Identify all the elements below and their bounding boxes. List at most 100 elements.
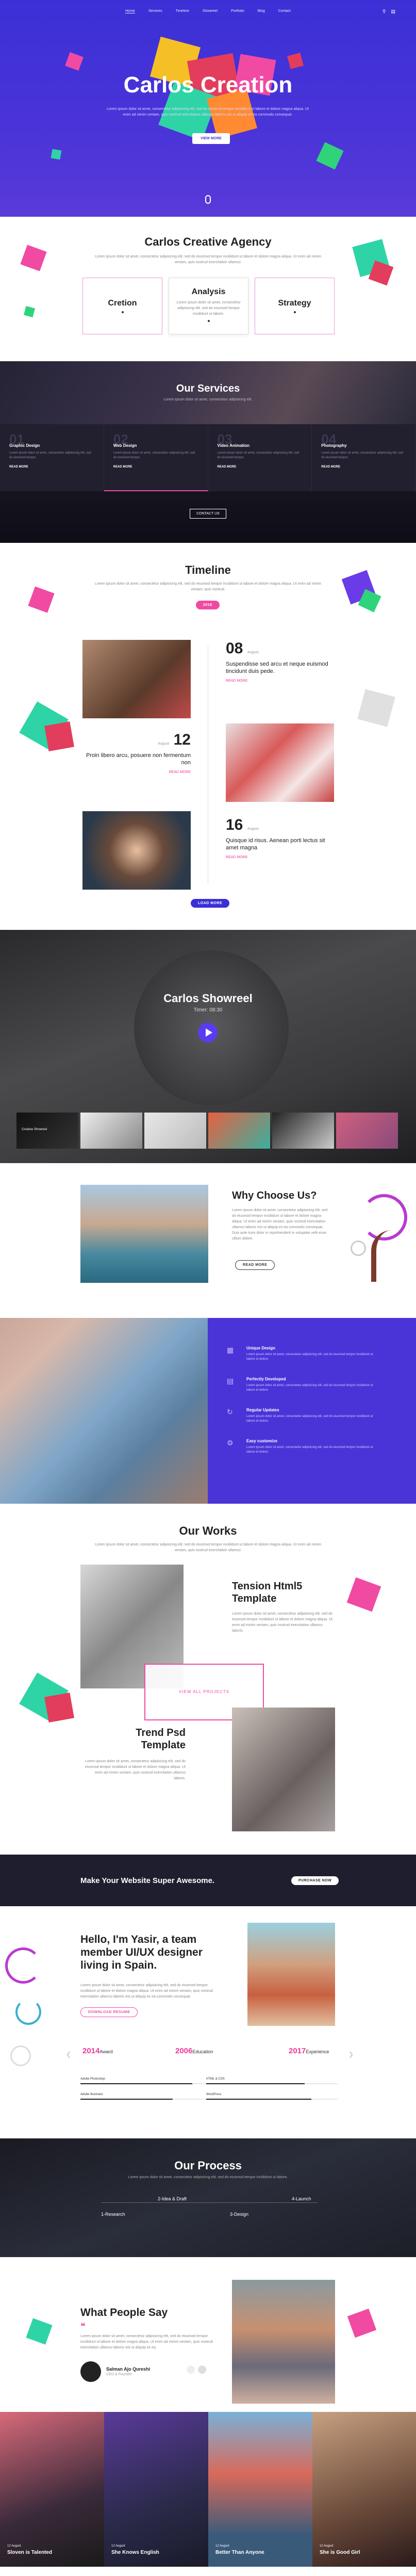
skill-photoshop: Adobe Photoshop xyxy=(80,2078,212,2084)
blog-title[interactable]: Sloven is Talented xyxy=(7,2550,97,2555)
load-more-button[interactable]: LOAD MORE xyxy=(191,899,230,908)
feature-unique-design: ▦ Unique Design Lorem ipsum dolor sit am… xyxy=(227,1346,381,1362)
download-resume-button[interactable]: DOWNLOAD RESUME xyxy=(80,2007,138,2017)
update-icon: ↻ xyxy=(227,1408,233,1416)
blog-section: 12 August Sloven is Talented 12 August S… xyxy=(0,2412,416,2567)
works-item1-text: Lorem ipsum dolor sit amet, consectetur … xyxy=(232,1612,332,1633)
hero-section: Home Services Timeline Showreel Portfoli… xyxy=(0,0,416,217)
feature-title: Easy customize xyxy=(246,1439,278,1443)
code-icon: ▤ xyxy=(227,1377,234,1385)
box-analysis[interactable]: Analysis Lorem ipsum dolor sit amet, con… xyxy=(169,278,248,334)
skill-name: HTML & CSS xyxy=(206,2078,225,2081)
scroll-mouse-icon[interactable] xyxy=(205,195,211,204)
cart-icon[interactable]: ▤ xyxy=(391,9,395,14)
timeline-date: 08 xyxy=(226,640,243,657)
nav-contact[interactable]: Contact xyxy=(278,9,291,13)
blog-card[interactable]: 12 August Better Than Anyone xyxy=(208,2412,312,2567)
timeline-read-more[interactable]: READ MORE xyxy=(226,679,334,683)
features-building-image xyxy=(0,1318,208,1504)
service-text: Lorem ipsum dolor sit amet, consectetur … xyxy=(217,452,299,459)
why-section: Why Choose Us? Lorem ipsum dolor sit ame… xyxy=(0,1163,416,1318)
showreel-thumb[interactable]: Creative Showreel xyxy=(16,1113,78,1149)
service-read-more[interactable]: READ MORE xyxy=(9,465,94,469)
process-line xyxy=(101,2202,318,2203)
stat-year: 2006 xyxy=(175,2047,193,2055)
service-read-more[interactable]: READ MORE xyxy=(218,465,303,469)
nav-blog[interactable]: Blog xyxy=(258,9,265,13)
works-cube-right xyxy=(346,1577,381,1612)
process-title: Our Process xyxy=(174,2159,242,2172)
services-list: 01 Graphic Design Lorem ipsum dolor sit … xyxy=(0,424,416,491)
settings-icon: ⚙ xyxy=(227,1439,234,1447)
next-arrow-icon[interactable]: ❯ xyxy=(348,2051,354,2058)
nav-services[interactable]: Services xyxy=(148,9,162,13)
showreel-thumb[interactable] xyxy=(272,1113,334,1149)
agency-section: Carlos Creative Agency Lorem ipsum dolor… xyxy=(0,217,416,361)
timeline-read-more[interactable]: READ MORE xyxy=(226,856,334,859)
showreel-thumb[interactable] xyxy=(336,1113,398,1149)
blog-card[interactable]: 12 August Sloven is Talented xyxy=(0,2412,104,2567)
hero-small-cube-1 xyxy=(65,52,84,71)
prev-arrow-icon[interactable]: ❮ xyxy=(66,2051,71,2058)
blog-title[interactable]: Better Than Anyone xyxy=(215,2550,305,2555)
box-cretion[interactable]: Cretion xyxy=(82,278,162,334)
blog-title[interactable]: She is Good Girl xyxy=(320,2550,409,2555)
quote-icon: ❝ xyxy=(80,2321,86,2331)
stat-year: 2017 xyxy=(289,2047,306,2055)
timeline-month: August xyxy=(158,742,170,746)
box-dot xyxy=(293,311,296,313)
contact-us-button[interactable]: CONTACT US xyxy=(190,509,226,519)
testimonial-section: What People Say ❝ Lorem ipsum dolor sit … xyxy=(0,2257,416,2412)
timeline-section: Timeline Lorem ipsum dolor sit amet, con… xyxy=(0,543,416,930)
service-read-more[interactable]: READ MORE xyxy=(321,465,406,469)
nav-home[interactable]: Home xyxy=(125,9,135,13)
service-title: Photography xyxy=(321,443,347,448)
timeline-date: 12 xyxy=(173,731,191,748)
nav-timeline[interactable]: Timeline xyxy=(176,9,189,13)
service-card[interactable]: 03 Video Animation Lorem ipsum dolor sit… xyxy=(208,424,312,491)
timeline-read-more[interactable]: READ MORE xyxy=(82,770,191,774)
why-read-more-button[interactable]: READ MORE xyxy=(235,1260,275,1270)
stat-year: 2014 xyxy=(82,2047,100,2055)
hero-view-more-button[interactable]: VIEW MORE xyxy=(192,133,230,144)
why-title: Why Choose Us? xyxy=(232,1190,317,1201)
timeline-entry-title: Suspendisse sed arcu et neque euismod ti… xyxy=(226,661,328,674)
service-card[interactable]: 01 Graphic Design Lorem ipsum dolor sit … xyxy=(0,424,104,491)
timeline-entry-2: August 12 Proin libero arcu, posuere non… xyxy=(82,731,191,774)
services-subtitle: Lorem ipsum dolor sit amet, consectetur … xyxy=(163,398,253,401)
search-icon[interactable]: ⚲ xyxy=(382,9,386,14)
feature-title: Unique Design xyxy=(246,1346,276,1350)
nav-icons: ⚲ ▤ xyxy=(382,9,395,14)
showreel-thumb[interactable] xyxy=(80,1113,142,1149)
nav-showreel[interactable]: Showreel xyxy=(203,9,218,13)
timeline-year-badge[interactable]: 2018 xyxy=(196,601,220,609)
timeline-entry-title: Quisque id risus. Aenean porti lectus si… xyxy=(226,838,325,851)
purchase-button[interactable]: PURCHASE NOW xyxy=(291,1876,339,1885)
blog-title[interactable]: She Knows English xyxy=(111,2550,201,2555)
testimonial-text: Lorem ipsum dolor sit amet, consectetur … xyxy=(80,2335,213,2349)
play-button[interactable] xyxy=(198,1023,218,1042)
nav-portfolio[interactable]: Portfolio xyxy=(231,9,244,13)
services-banner: Our Services Lorem ipsum dolor sit amet,… xyxy=(0,361,416,424)
why-text: Lorem ipsum dolor sit amet, consectetur … xyxy=(232,1209,328,1241)
blog-card[interactable]: 12 August She Knows English xyxy=(104,2412,208,2567)
service-card[interactable]: 04 Photography Lorem ipsum dolor sit ame… xyxy=(312,424,416,491)
avatar xyxy=(80,2361,101,2382)
blog-card[interactable]: 12 August She is Good Girl xyxy=(312,2412,416,2567)
showreel-thumb[interactable] xyxy=(144,1113,206,1149)
feature-title: Regular Updates xyxy=(246,1408,279,1412)
box-strategy[interactable]: Strategy xyxy=(255,278,335,334)
testimonial-prev-button[interactable] xyxy=(187,2365,195,2374)
service-read-more[interactable]: READ MORE xyxy=(113,465,198,469)
works-text: Lorem ipsum dolor sit amet, consectetur … xyxy=(94,1543,322,1552)
services-title: Our Services xyxy=(176,383,240,394)
showreel-thumb[interactable] xyxy=(208,1113,270,1149)
testimonial-next-button[interactable] xyxy=(198,2365,206,2374)
skill-name: WordPress xyxy=(206,2093,222,2096)
service-card[interactable]: 02 Web Design Lorem ipsum dolor sit amet… xyxy=(104,424,208,491)
skill-illustrator: Adobe Illustrator xyxy=(80,2093,212,2100)
testi-cube-left xyxy=(26,2318,53,2345)
feature-title: Perfectly Developed xyxy=(246,1377,286,1381)
agency-cube-left-small xyxy=(23,305,36,318)
hero-title: Carlos Creation xyxy=(123,72,293,98)
